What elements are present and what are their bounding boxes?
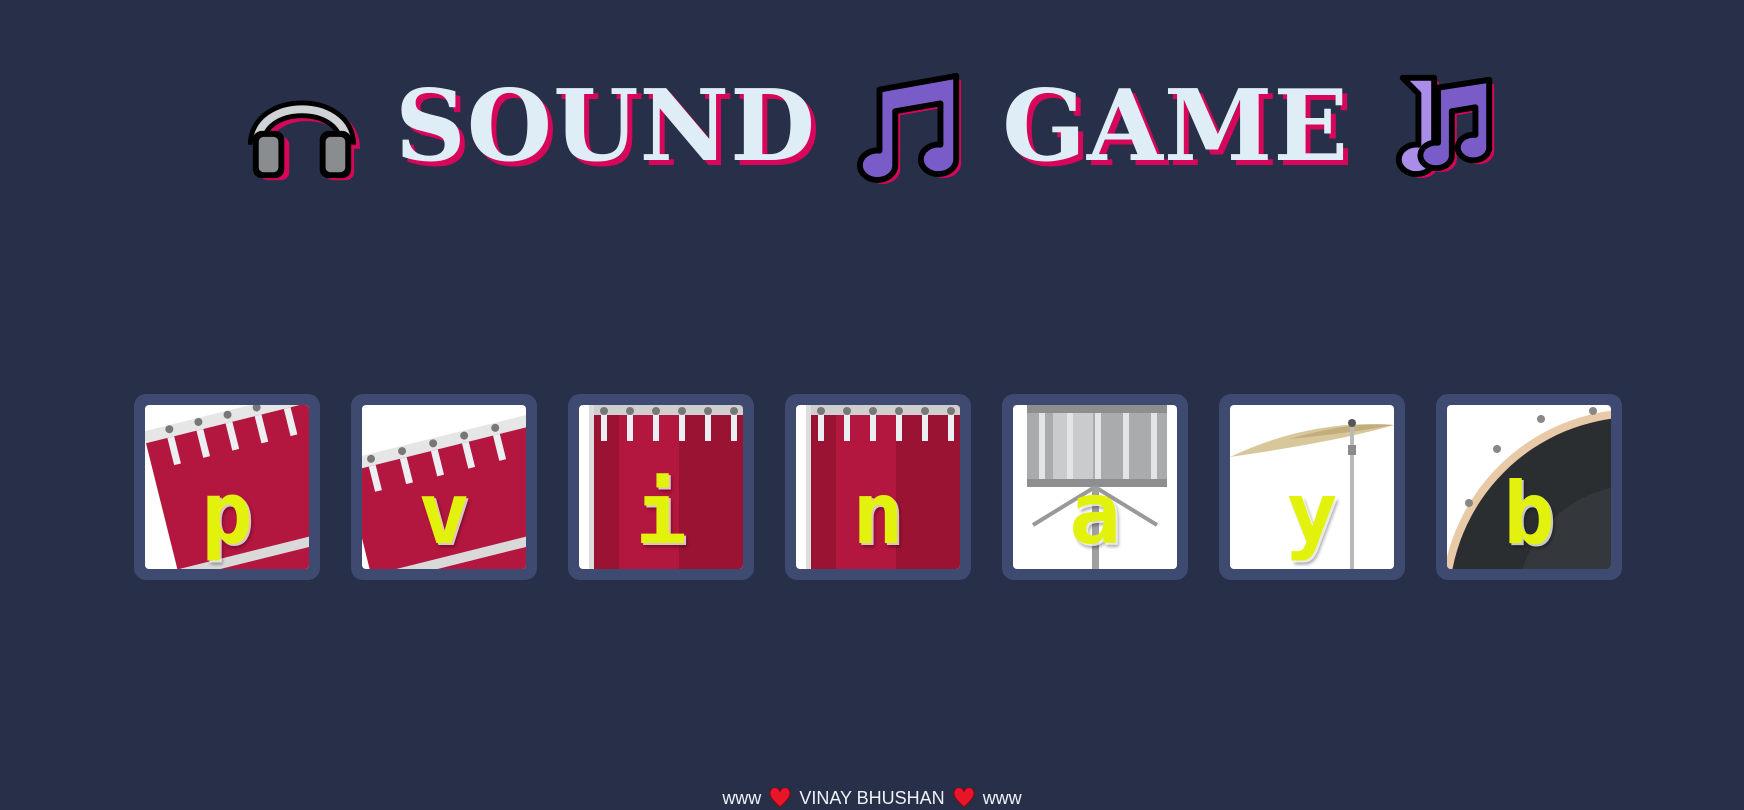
drum-kit: p v i n a y b	[134, 394, 1622, 580]
bass-drum-image: b	[1447, 405, 1611, 569]
musical-note-icon	[857, 72, 962, 184]
drum-key-letter: v	[418, 464, 470, 564]
drum-key-i[interactable]: i	[568, 394, 754, 580]
heart-icon	[769, 788, 791, 808]
footer-left-text: www	[722, 787, 762, 808]
drum-key-letter: b	[1503, 464, 1555, 564]
tom-drum-image: p	[145, 405, 309, 569]
drum-key-letter: y	[1286, 464, 1338, 564]
floor-tom-image: n	[796, 405, 960, 569]
footer-right-text: www	[982, 787, 1022, 808]
drum-key-b[interactable]: b	[1436, 394, 1622, 580]
musical-notes-icon	[1395, 74, 1495, 179]
drum-key-letter: a	[1069, 464, 1121, 564]
drum-key-letter: n	[852, 464, 904, 564]
drum-key-p[interactable]: p	[134, 394, 320, 580]
drum-key-letter: p	[201, 464, 253, 564]
drum-key-letter: i	[635, 464, 687, 564]
drum-key-v[interactable]: v	[351, 394, 537, 580]
footer-credit: www VINAY BHUSHAN www	[0, 786, 1744, 810]
footer-author-name: VINAY BHUSHAN	[799, 787, 945, 808]
snare-drum-image: a	[1013, 405, 1177, 569]
tom-drum-image: v	[362, 405, 526, 569]
drum-key-n[interactable]: n	[785, 394, 971, 580]
title-word-sound: SOUND	[394, 69, 817, 184]
floor-tom-image: i	[579, 405, 743, 569]
drum-key-a[interactable]: a	[1002, 394, 1188, 580]
title-word-game: GAME	[1002, 69, 1350, 184]
game-title: SOUND GAME	[0, 62, 1744, 192]
drum-key-y[interactable]: y	[1219, 394, 1405, 580]
headphones-icon	[247, 100, 360, 181]
cymbal-image: y	[1230, 405, 1394, 569]
heart-icon	[953, 788, 975, 808]
